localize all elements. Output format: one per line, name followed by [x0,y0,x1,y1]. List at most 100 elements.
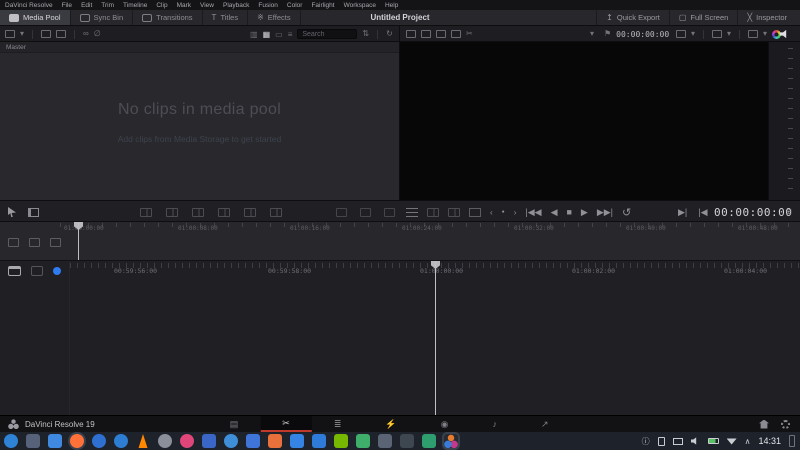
source-overwrite-icon[interactable] [270,207,282,217]
play-button[interactable]: ▶ [581,207,588,218]
audio-track-icon[interactable] [31,266,43,276]
tasks-app-icon[interactable] [114,434,128,448]
lower-timeline-ruler[interactable]: 00:59:56:00 00:59:58:00 01:00:00:00 01:00:0… [0,261,800,275]
utility-app-icon[interactable] [378,434,392,448]
snapping-icon[interactable] [336,207,347,217]
clip-tools-icon[interactable] [448,207,460,217]
clipboard-icon[interactable] [657,436,665,446]
zoom-options-icon[interactable] [748,30,759,38]
thumbnail-view-icon[interactable]: ▦ [263,30,271,39]
link-clips-icon[interactable]: ∞ [83,26,89,42]
media-pool-button[interactable]: Media Pool [0,10,71,25]
timeline-options-menu-icon[interactable]: ≡ [786,207,792,218]
sync-bin-button[interactable]: Sync Bin [71,10,134,25]
menu-item[interactable]: Workspace [344,2,376,9]
wifi-icon[interactable] [726,438,737,445]
chevron-down-icon[interactable]: ▾ [727,26,731,42]
menu-item[interactable]: DaVinci Resolve [5,2,53,9]
menu-item[interactable]: Fusion [258,2,278,9]
selection-mode-icon[interactable] [8,207,16,217]
inspector-button[interactable]: ╳ Inspector [737,10,796,25]
refresh-icon[interactable]: ↻ [386,26,393,42]
upper-timeline-ruler[interactable]: 01:00:00:00 01:00:08:00 01:00:16:00 01:00:2… [0,222,800,236]
lower-playhead[interactable] [435,261,436,415]
search-input[interactable] [297,29,358,39]
filmstrip-view-icon[interactable]: ▥ [250,30,258,39]
place-on-top-icon[interactable] [244,207,256,217]
menu-item[interactable]: Color [287,2,303,9]
play-reverse-button[interactable]: ◀ [551,207,558,218]
krita-icon[interactable] [180,434,194,448]
app-launcher-icon[interactable] [4,434,18,448]
page-fusion[interactable]: ⚡ [363,416,418,432]
timeline-view-icon[interactable] [436,30,446,38]
terminal-icon[interactable] [400,434,414,448]
flag-icon[interactable]: ⚑ [604,26,611,42]
smart-insert-icon[interactable] [140,207,152,217]
media-player-icon[interactable] [312,434,326,448]
import-media-icon[interactable] [41,30,52,38]
match-frame-button[interactable]: |◀ [698,207,707,218]
lower-timeline[interactable]: 00:59:56:00 00:59:58:00 01:00:00:00 01:00:0… [0,260,800,415]
view-preset-icon[interactable] [384,207,395,217]
orange-document-icon[interactable] [268,434,282,448]
firefox-icon[interactable] [70,434,84,448]
menu-item[interactable]: File [62,2,72,9]
bin-label[interactable]: Master [0,42,399,53]
viewer-mode-chevron-icon[interactable]: ▾ [590,26,594,42]
menu-item[interactable]: Timeline [123,2,147,9]
loop-button[interactable]: ↺ [622,206,631,219]
menu-item[interactable]: Mark [177,2,191,9]
close-up-icon[interactable] [218,207,230,217]
menu-item[interactable]: Playback [223,2,249,9]
menu-item[interactable]: Trim [101,2,114,9]
menu-item[interactable]: Help [385,2,398,9]
blue-document-icon[interactable] [290,434,304,448]
preview-clip-icon[interactable] [469,207,481,217]
upper-timeline[interactable]: 01:00:00:00 01:00:08:00 01:00:16:00 01:00:2… [0,222,800,260]
source-clip-icon[interactable] [406,30,416,38]
custom-zoom-icon[interactable] [50,238,61,247]
split-clip-icon[interactable]: ✂ [466,26,473,42]
sort-icon[interactable]: ⇅ [362,26,369,42]
nvidia-settings-icon[interactable] [334,434,348,448]
browser-icon[interactable] [92,434,106,448]
package-manager-icon[interactable] [422,434,436,448]
sync-clips-icon[interactable] [427,207,439,217]
chevron-down-icon[interactable]: ▾ [763,26,767,42]
menu-item[interactable]: Fairlight [311,2,334,9]
relink-clips-icon[interactable]: ∅ [94,26,101,42]
clip-view-options-icon[interactable] [5,30,15,38]
source-tape-icon[interactable] [421,30,431,38]
output-display-icon[interactable] [676,30,686,38]
blue-app-icon[interactable] [202,434,216,448]
file-manager-icon[interactable] [48,434,62,448]
page-fairlight[interactable]: ♪ [470,416,519,432]
chevron-down-icon[interactable]: ▾ [691,26,695,42]
effects-button[interactable]: ※ Effects [248,10,301,25]
audio-volume-icon[interactable] [780,29,787,39]
titles-button[interactable]: T Titles [203,10,249,25]
jog-right-icon[interactable]: › [514,208,517,217]
multicam-view-icon[interactable] [451,30,461,38]
upper-playhead[interactable] [78,222,79,260]
taskbar-clock[interactable]: 14:31 [758,436,781,446]
display-app-icon[interactable] [26,434,40,448]
page-color[interactable]: ◉ [419,416,471,432]
play-around-button[interactable]: ▶| [678,207,687,218]
jog-dot-icon[interactable]: ● [502,209,505,215]
new-bin-icon[interactable] [56,30,67,38]
davinci-resolve-icon[interactable] [444,434,458,448]
menu-item[interactable]: View [200,2,214,9]
status-info-icon[interactable]: ⓘ [642,436,650,447]
page-media[interactable]: ▤ [208,416,261,432]
ripple-overwrite-icon[interactable] [192,207,204,217]
last-frame-button[interactable]: ▶▶| [597,207,613,218]
viewer-canvas[interactable] [400,42,768,200]
stop-button[interactable]: ■ [566,207,571,217]
menu-item[interactable]: Clip [156,2,167,9]
project-manager-icon[interactable] [759,419,769,429]
transitions-button[interactable]: Transitions [133,10,203,25]
menu-item[interactable]: Edit [81,2,92,9]
append-clip-icon[interactable] [166,207,178,217]
